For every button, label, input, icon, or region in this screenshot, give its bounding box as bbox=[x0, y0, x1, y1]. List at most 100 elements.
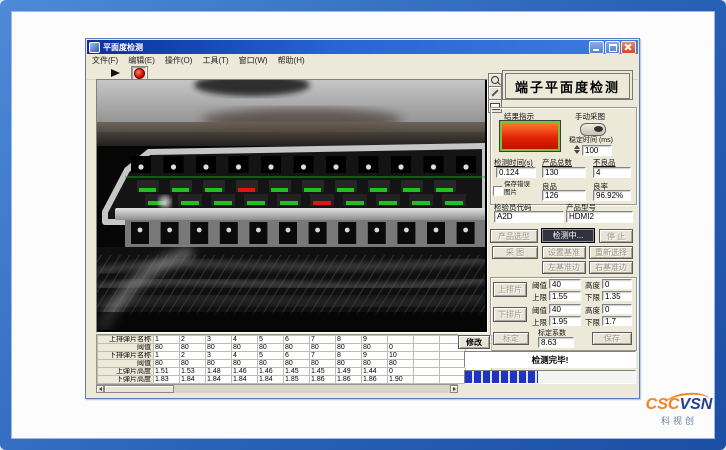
scroll-right-icon[interactable] bbox=[450, 385, 458, 393]
table-cell: 9 bbox=[362, 336, 388, 344]
table-cell: 7 bbox=[310, 352, 336, 360]
menu-item[interactable]: 窗口(W) bbox=[234, 55, 273, 66]
table-scrollbar[interactable] bbox=[96, 385, 458, 393]
table-cell bbox=[440, 376, 466, 384]
table-cell: 80 bbox=[206, 360, 232, 368]
menu-item[interactable]: 操作(O) bbox=[160, 55, 198, 66]
table-row: 下排弹片名称12345678910 bbox=[98, 352, 492, 360]
scroll-left-icon[interactable] bbox=[96, 385, 104, 393]
upper-min-field[interactable]: 1.35 bbox=[602, 291, 632, 301]
menu-item[interactable]: 编辑(E) bbox=[123, 55, 160, 66]
save-error-checkbox[interactable] bbox=[493, 186, 503, 196]
detecting-button[interactable]: 检测中... bbox=[541, 228, 595, 243]
maximize-icon[interactable] bbox=[605, 41, 620, 54]
table-cell: 5 bbox=[258, 352, 284, 360]
table-cell: 80 bbox=[154, 360, 180, 368]
upper-max-label: 上限 bbox=[532, 292, 547, 303]
table-cell: 7 bbox=[310, 336, 336, 344]
scrollbar-thumb[interactable] bbox=[104, 385, 174, 393]
lower-min-label: 下限 bbox=[585, 317, 600, 328]
table-row: 阈值8080808080808080800 bbox=[98, 344, 492, 352]
draw-tool-button[interactable] bbox=[488, 86, 502, 100]
spin-down-icon[interactable] bbox=[574, 150, 580, 154]
table-cell bbox=[414, 352, 440, 360]
calibrate-button[interactable]: 标定 bbox=[493, 332, 529, 345]
table-cell: 1.86 bbox=[362, 376, 388, 384]
table-cell: 80 bbox=[310, 344, 336, 352]
product-select-button[interactable]: 产品选型 bbox=[490, 229, 538, 243]
connector-photo bbox=[97, 80, 485, 330]
app-icon bbox=[89, 42, 100, 53]
table-cell: 80 bbox=[362, 360, 388, 368]
upper-row-button[interactable]: 上排片 bbox=[493, 282, 527, 297]
logo: CSCVSN 科视创 bbox=[636, 396, 722, 427]
row-label: 上弹片高度 bbox=[98, 368, 154, 376]
stable-time-stepper[interactable] bbox=[574, 145, 580, 156]
upper-max-field[interactable]: 1.55 bbox=[549, 291, 581, 301]
table-cell: 80 bbox=[258, 344, 284, 352]
table-cell: 80 bbox=[232, 360, 258, 368]
lower-row-button[interactable]: 下排片 bbox=[493, 307, 527, 322]
banner: 端子平面度检测 bbox=[502, 70, 633, 100]
table-cell: 3 bbox=[206, 352, 232, 360]
upper-height-field[interactable]: 0 bbox=[602, 279, 632, 289]
save-button[interactable]: 保存 bbox=[592, 332, 632, 345]
zoom-tool-button[interactable] bbox=[488, 73, 502, 87]
progress-bar bbox=[464, 370, 636, 384]
calibration-factor-field[interactable]: 8.63 bbox=[538, 337, 574, 348]
table-cell: 1.84 bbox=[206, 376, 232, 384]
table-row: 上弹片高度1.511.531.481.461.461.451.451.491.4… bbox=[98, 368, 492, 376]
lower-height-field[interactable]: 0 bbox=[602, 304, 632, 314]
model-field[interactable]: HDMI2 bbox=[566, 211, 633, 223]
table-cell: 4 bbox=[232, 336, 258, 344]
logo-subtitle: 科视创 bbox=[636, 414, 722, 427]
minimize-icon[interactable] bbox=[589, 41, 604, 54]
table-cell: 80 bbox=[362, 344, 388, 352]
table-cell bbox=[440, 368, 466, 376]
upper-threshold-field[interactable]: 40 bbox=[549, 279, 581, 289]
lower-max-label: 上限 bbox=[532, 317, 547, 328]
stable-time-field[interactable]: 100 bbox=[582, 145, 612, 156]
capture-button[interactable]: 采 图 bbox=[492, 246, 538, 259]
menu-item[interactable]: 文件(F) bbox=[87, 55, 123, 66]
stop-button[interactable]: 停 止 bbox=[599, 229, 633, 243]
pencil-icon bbox=[491, 89, 498, 96]
spin-up-icon[interactable] bbox=[574, 145, 580, 149]
yield-value: 96.92% bbox=[593, 190, 631, 201]
table-cell bbox=[388, 336, 414, 344]
reselect-button[interactable]: 重新选择 bbox=[589, 246, 633, 259]
right-reference-button[interactable]: 右基准边 bbox=[589, 261, 633, 274]
table-cell: 80 bbox=[336, 344, 362, 352]
title-bar[interactable]: 平面度检测 bbox=[87, 40, 638, 54]
result-indicator bbox=[500, 121, 560, 151]
table-cell: 80 bbox=[310, 360, 336, 368]
lower-threshold-label: 阈值 bbox=[532, 305, 547, 316]
modify-button[interactable]: 修改 bbox=[458, 335, 490, 349]
lower-min-field[interactable]: 1.7 bbox=[602, 316, 632, 326]
left-reference-button[interactable]: 左基准边 bbox=[542, 261, 586, 274]
table-cell: 0 bbox=[388, 368, 414, 376]
framed-screenshot: 平面度检测 文件(F)编辑(E)操作(O)工具(T)窗口(W)帮助(H) bbox=[0, 0, 726, 450]
table-cell: 0 bbox=[388, 344, 414, 352]
set-reference-button[interactable]: 设置基准 bbox=[542, 246, 586, 259]
table-cell: 1.53 bbox=[180, 368, 206, 376]
results-table-wrap: 上排弹片名称123456789阈值8080808080808080800下排弹片… bbox=[96, 334, 458, 385]
upper-threshold-label: 阈值 bbox=[532, 280, 547, 291]
table-cell: 1.83 bbox=[154, 376, 180, 384]
table-cell: 80 bbox=[258, 360, 284, 368]
progress-fill bbox=[465, 371, 538, 383]
menu-item[interactable]: 帮助(H) bbox=[273, 55, 310, 66]
status-text: 检测完毕! bbox=[532, 354, 569, 366]
cursor-tool-icon[interactable] bbox=[111, 69, 120, 77]
table-cell bbox=[414, 376, 440, 384]
detect-time-value: 0.124 bbox=[496, 167, 536, 178]
menu-item[interactable]: 工具(T) bbox=[197, 55, 233, 66]
table-cell: 4 bbox=[232, 352, 258, 360]
table-cell: 1.45 bbox=[310, 368, 336, 376]
table-cell: 1.84 bbox=[232, 376, 258, 384]
inspector-field[interactable]: A2D bbox=[494, 211, 564, 223]
lower-max-field[interactable]: 1.95 bbox=[549, 316, 581, 326]
lower-threshold-field[interactable]: 40 bbox=[549, 304, 581, 314]
table-cell: 80 bbox=[180, 344, 206, 352]
close-icon[interactable] bbox=[621, 41, 636, 54]
